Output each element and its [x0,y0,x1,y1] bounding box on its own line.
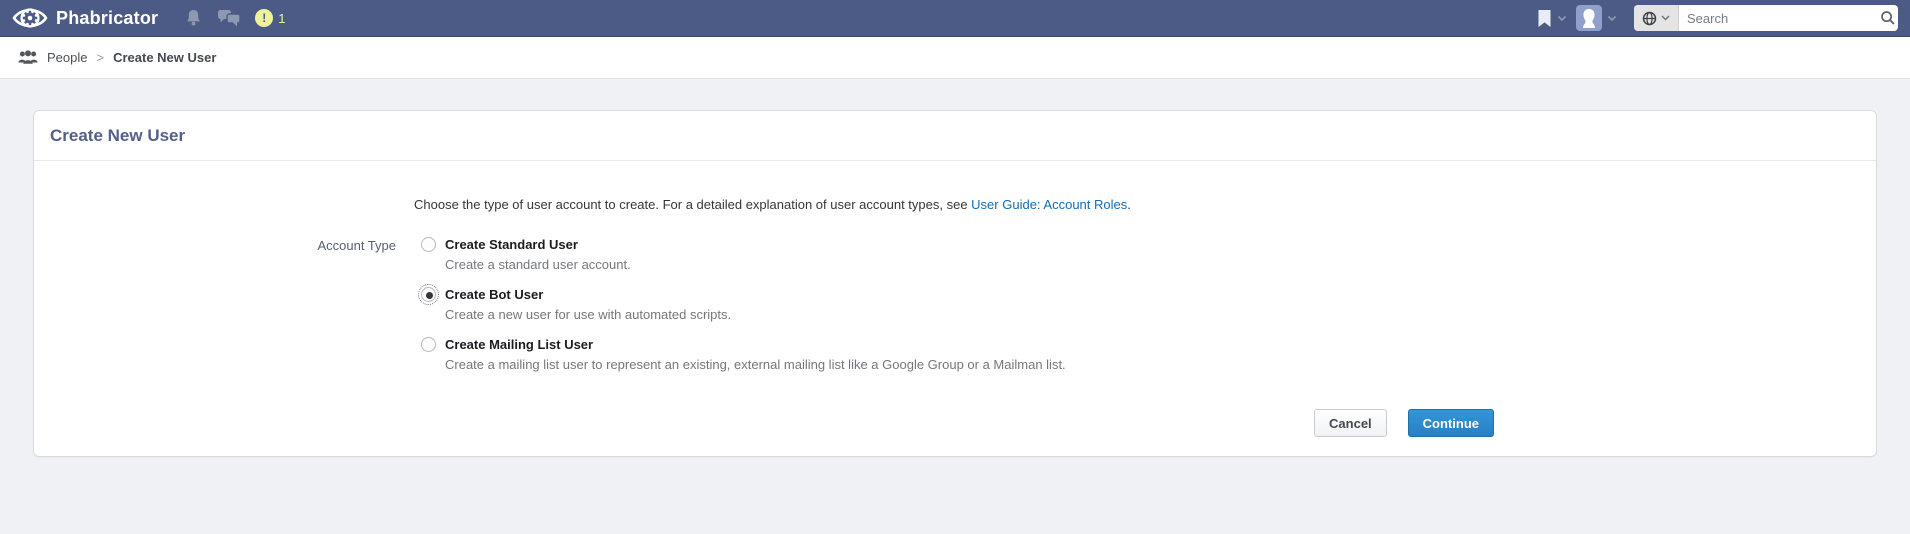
chevron-down-icon [1661,15,1670,21]
option-mailing-list-user-label[interactable]: Create Mailing List User [445,337,593,352]
global-search [1634,5,1898,31]
phabricator-logo-icon[interactable] [12,3,48,33]
option-bot-user: Create Bot User Create a new user for us… [421,287,1066,322]
notifications-bell-icon[interactable] [184,9,203,27]
alert-exclaim-icon: ! [255,9,273,27]
option-mailing-list-user: Create Mailing List User Create a mailin… [421,337,1066,372]
intro-prefix: Choose the type of user account to creat… [414,197,971,212]
radio-mailing-list-user[interactable] [421,337,436,352]
cancel-button[interactable]: Cancel [1314,409,1387,437]
chevron-down-icon [1607,15,1617,22]
search-scope-selector[interactable] [1634,5,1679,31]
option-standard-user: Create Standard User Create a standard u… [421,237,1066,272]
alert-count: 1 [278,11,285,26]
user-guide-link[interactable]: User Guide: Account Roles [971,197,1127,212]
chevron-down-icon [1557,15,1567,22]
breadcrumb-people-link[interactable]: People [47,50,87,65]
create-new-user-card: Create New User Choose the type of user … [33,110,1877,457]
continue-button[interactable]: Continue [1408,409,1494,437]
option-mailing-list-user-caption: Create a mailing list user to represent … [445,357,1066,372]
intro-text: Choose the type of user account to creat… [414,197,1876,212]
globe-icon [1642,11,1657,26]
option-standard-user-label[interactable]: Create Standard User [445,237,578,252]
dialog-buttons: Cancel Continue [34,409,1494,437]
account-type-form-row: Account Type Create Standard User Create… [34,237,1876,387]
breadcrumb-separator: > [96,50,104,65]
radio-bot-user[interactable] [421,287,436,302]
search-input[interactable] [1679,5,1871,31]
breadcrumb-current-page: Create New User [113,50,216,65]
magnifier-icon [1880,10,1896,26]
page-title: Create New User [50,126,185,145]
option-bot-user-label[interactable]: Create Bot User [445,287,543,302]
bookmarks-menu[interactable] [1537,9,1567,28]
top-navigation-bar: Phabricator ! 1 [0,0,1910,37]
option-bot-user-caption: Create a new user for use with automated… [445,307,1066,322]
option-standard-user-caption: Create a standard user account. [445,257,1066,272]
messages-chat-icon[interactable] [217,9,241,27]
account-type-options: Create Standard User Create a standard u… [421,237,1066,387]
intro-suffix: . [1127,197,1131,212]
user-menu[interactable] [1576,5,1617,31]
search-submit-button[interactable] [1871,10,1898,26]
people-icon [18,50,38,65]
card-header: Create New User [34,111,1876,161]
radio-standard-user[interactable] [421,237,436,252]
page-content: Create New User Choose the type of user … [0,79,1910,457]
brand-title[interactable]: Phabricator [56,8,158,29]
alerts-indicator[interactable]: ! 1 [255,9,285,27]
account-type-label: Account Type [34,237,396,387]
breadcrumb: People > Create New User [0,37,1910,79]
card-body: Choose the type of user account to creat… [34,161,1876,456]
user-avatar [1576,5,1602,31]
bookmark-icon [1537,9,1552,28]
